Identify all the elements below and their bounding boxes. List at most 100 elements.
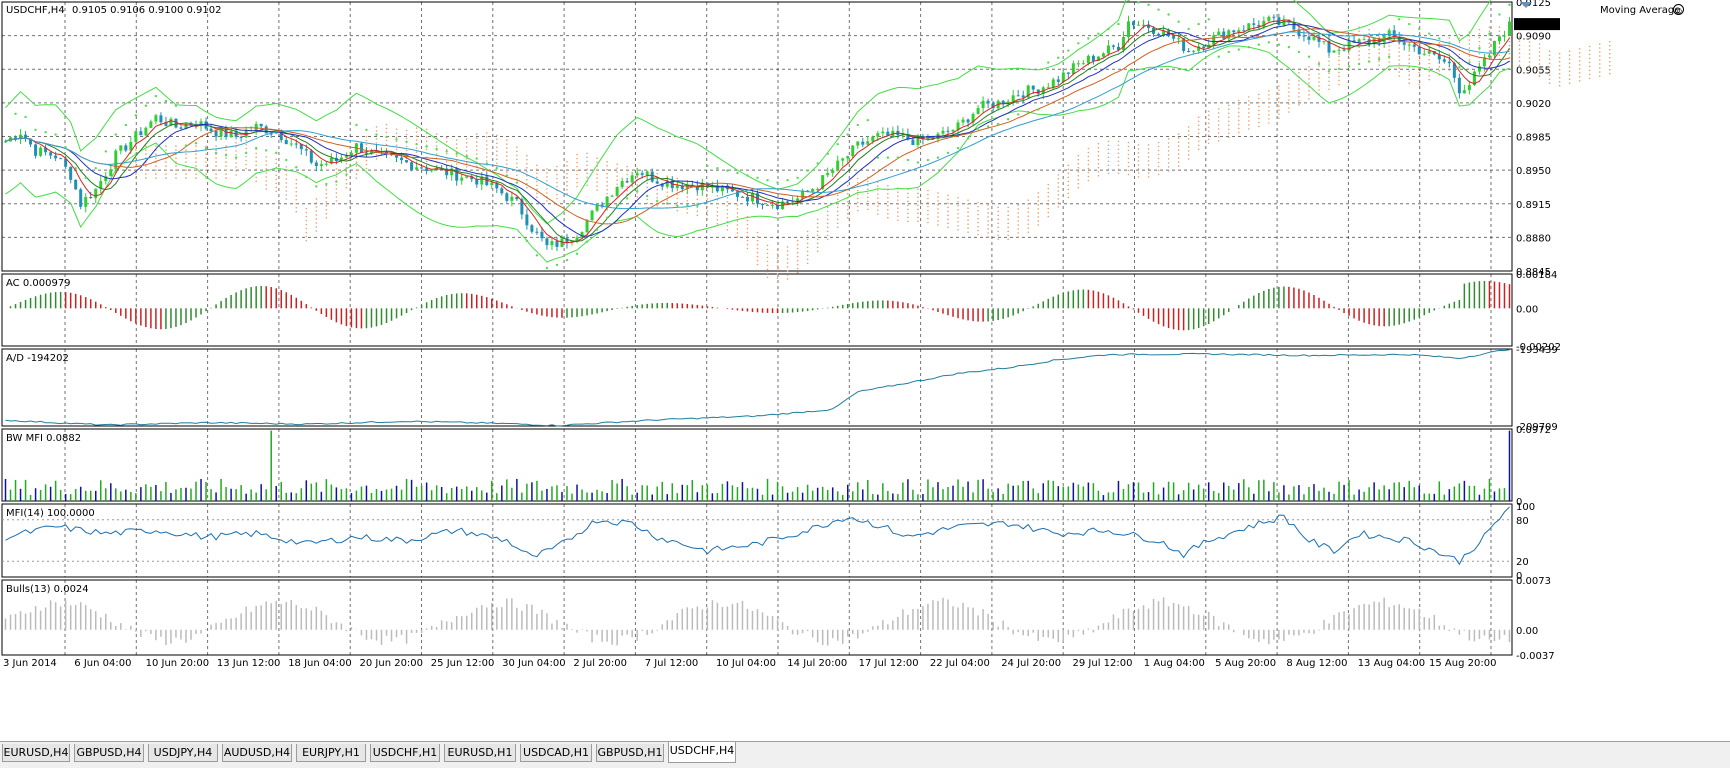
cloud-dot [556,193,558,196]
cloud-dot [1608,68,1611,71]
candle-body [109,169,113,177]
cloud-dot [1318,89,1320,91]
sar-dot [275,151,278,155]
time-axis-label: 3 Jun 2014 [3,658,57,669]
cloud-dot [1358,50,1360,53]
cloud-dot [235,150,237,152]
candle-body [1071,63,1075,74]
cloud-dot [1157,141,1160,144]
chart-tab[interactable]: USDCAD,H1 [520,744,592,762]
cloud-dot [1037,204,1040,206]
cloud-dot [496,158,498,161]
cloud-dot [977,225,979,228]
cloud-dot [1398,59,1401,61]
cloud-dot [1568,58,1571,61]
cloud-dot [1217,120,1220,122]
cloud-dot [1428,70,1431,73]
cloud-dot [195,165,197,167]
cloud-dot [455,147,458,149]
candle-body [289,143,293,145]
cloud-dot [526,162,528,165]
cloud-dot [265,168,267,170]
cloud-dot [1017,228,1019,230]
cloud-dot [1558,60,1561,63]
time-axis-label: 10 Jul 04:00 [716,658,776,669]
price-tick-label: 0.9125 [1516,0,1551,9]
window-ohlc-label: 0.9105 0.9106 0.9100 0.9102 [72,5,222,16]
candle-body [1061,72,1065,82]
cloud-dot [1007,210,1009,213]
cloud-dot [646,202,649,205]
cloud-dot [796,259,799,262]
cloud-dot [806,238,809,241]
cloud-dot [1368,52,1370,55]
cloud-dot [275,190,278,193]
cloud-dot [1318,61,1320,63]
indicator-settings-icon[interactable]: ◎ [1673,4,1684,15]
cloud-dot [325,216,328,219]
cloud-dot [1167,154,1170,156]
chart-tab[interactable]: AUDUSD,H4 [222,744,292,762]
cloud-dot [165,173,167,175]
cloud-dot [1408,78,1411,81]
time-axis-label: 30 Jun 04:00 [502,658,566,669]
cloud-dot [315,202,318,204]
cloud-dot [907,200,909,203]
cloud-dot [987,224,989,226]
cloud-dot [566,172,568,175]
candle-body [640,173,644,175]
chart-canvas[interactable]: AC 0.000979A/D -194202BW MFI 0.0882MFI(1… [0,0,1730,741]
cloud-dot [556,169,558,172]
candle-body [605,196,609,207]
candle-body [986,100,990,104]
cloud-dot [1127,141,1130,144]
cloud-dot [1127,173,1130,176]
cloud-dot [1368,48,1370,51]
chart-tab[interactable]: USDCHF,H4 [668,742,736,763]
cloud-dot [1558,76,1561,79]
cloud-dot [1398,55,1401,57]
chart-tab[interactable]: EURUSD,H4 [2,744,70,762]
sar-dot [1037,108,1040,111]
sar-dot [495,167,499,170]
cloud-dot [145,165,147,167]
chart-terminal[interactable]: AC 0.000979 A/D -194202 BW MFI 0.0882 MFI(1… [0,0,1730,768]
candle-body [264,126,268,134]
cloud-dot [1338,79,1340,82]
cloud-dot [726,216,729,219]
cloud-dot [355,165,358,167]
cloud-dot [1568,74,1571,77]
cloud-dot [927,201,929,204]
candle-body [1056,79,1060,82]
cloud-dot [897,191,899,193]
cloud-dot [1197,136,1200,139]
candle-body [871,136,875,142]
window-symbol-label: USDCHF,H4 [6,5,65,16]
cloud-dot [776,261,779,263]
cloud-dot [957,196,959,199]
cloud-dot [1288,83,1290,85]
cloud-dot [1258,109,1260,112]
cloud-dot [1248,116,1250,118]
chart-tab[interactable]: GBPUSD,H4 [74,744,144,762]
chart-tab[interactable]: USDCHF,H1 [370,744,440,762]
cloud-dot [887,204,889,207]
cloud-dot [816,230,819,233]
cloud-dot [536,168,538,171]
candle-body [750,193,754,202]
sar-dot [1508,3,1511,7]
cloud-dot [957,212,959,215]
chart-tab[interactable]: GBPUSD,H1 [596,744,664,762]
cloud-dot [656,172,659,175]
chart-tab[interactable]: EURJPY,H1 [296,744,366,762]
cloud-dot [415,127,418,129]
cloud-dot [1598,55,1601,57]
chart-tab[interactable]: EURUSD,H1 [444,744,516,762]
cloud-dot [556,173,558,176]
candle-body [525,214,529,226]
cloud-dot [947,214,949,217]
cloud-dot [897,207,899,209]
cloud-dot [195,161,197,163]
chart-tab[interactable]: USDJPY,H4 [148,744,218,762]
cloud-dot [536,172,538,175]
